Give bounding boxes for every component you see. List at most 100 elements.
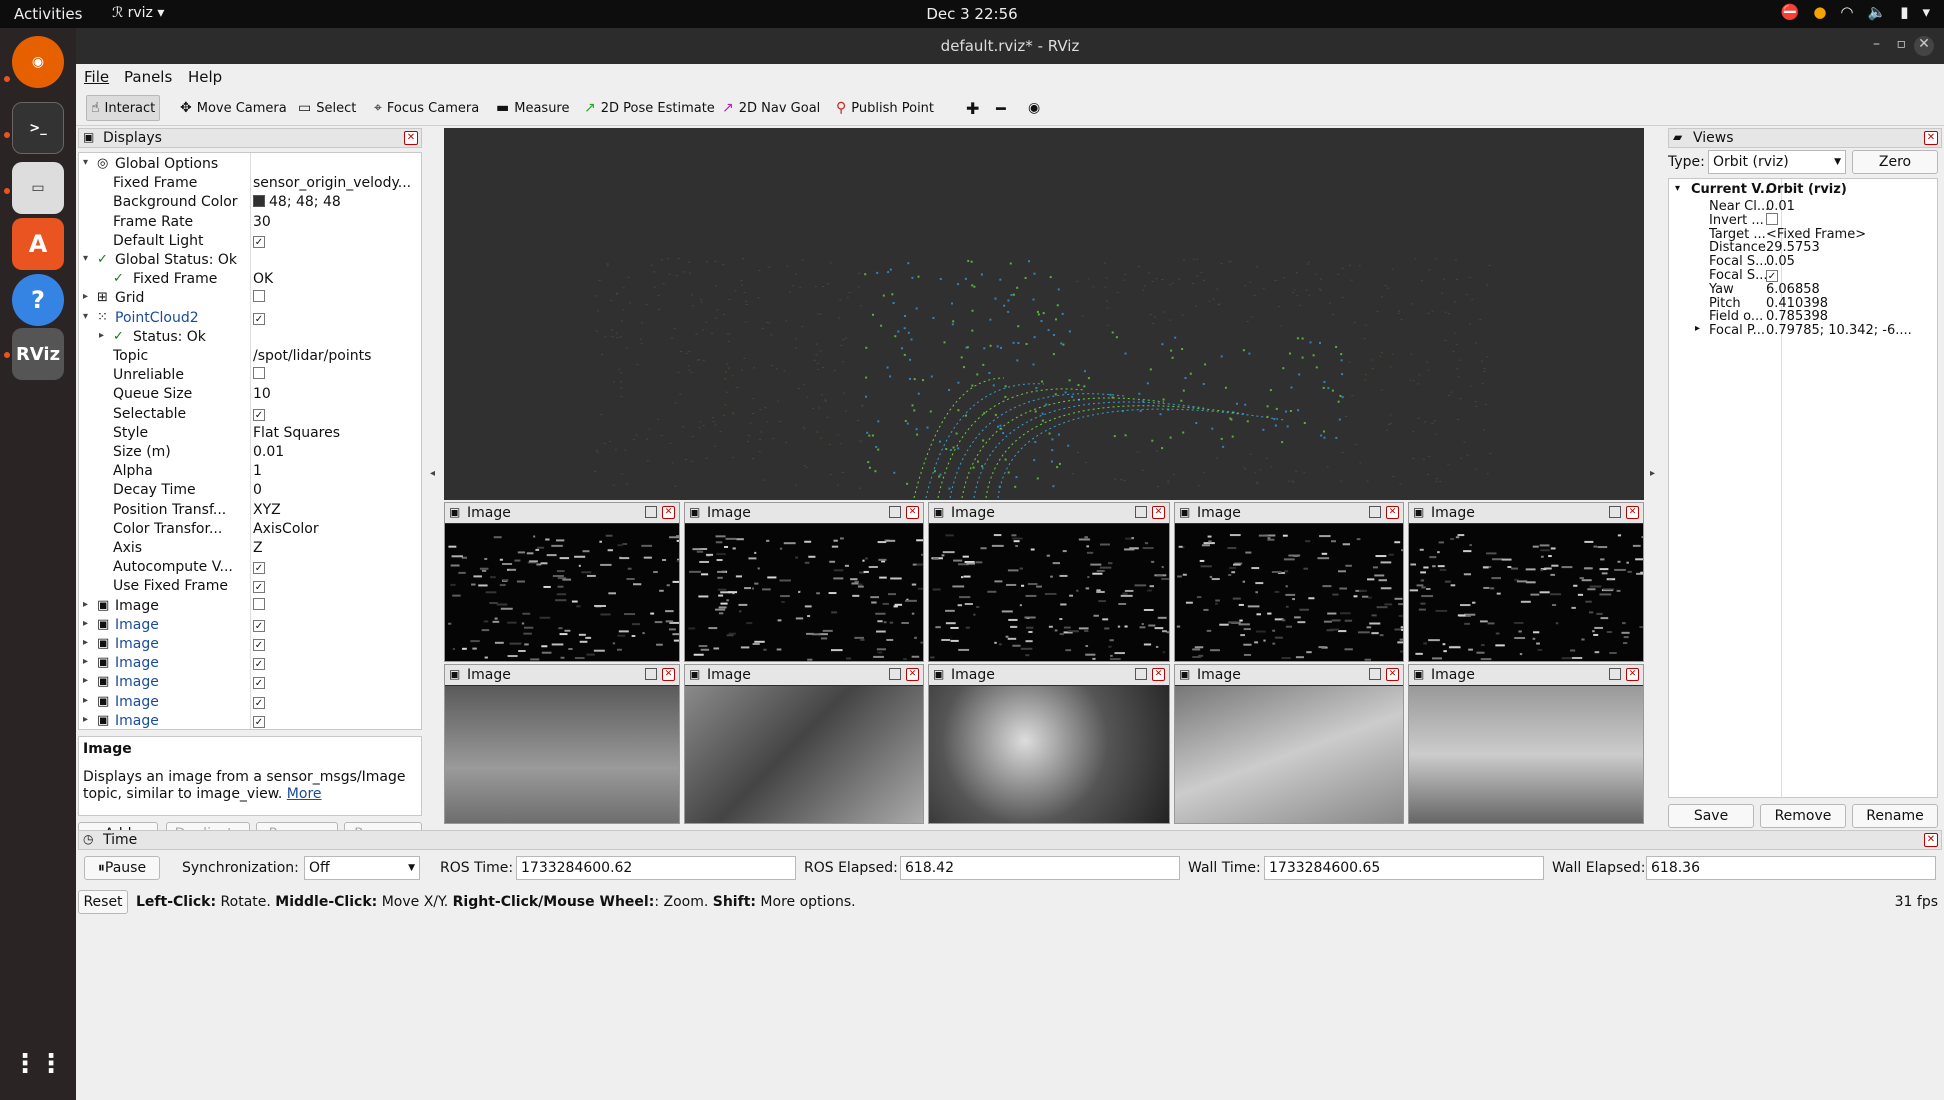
image-panel[interactable]: ▣ Image ✕ [684, 502, 936, 662]
view-type-select[interactable]: Orbit (rviz) ▼ [1708, 150, 1846, 174]
ros-elapsed-field[interactable]: 618.42 [900, 856, 1180, 880]
display-row-value[interactable]: ✓ [253, 694, 421, 710]
display-row[interactable]: ▾ ◎ Global Options [79, 155, 421, 174]
checkbox[interactable]: ✓ [253, 312, 265, 325]
image-panel[interactable]: ▣ Image ✕ [1408, 664, 1644, 824]
display-row-value[interactable]: ✓ [253, 578, 421, 594]
display-row-value[interactable] [253, 290, 421, 306]
image-panel-header[interactable]: ▣ Image ✕ [445, 665, 679, 685]
publish-point-tool[interactable]: ⚲ Publish Point [832, 95, 938, 121]
chevron-down-icon[interactable]: ▾ [83, 253, 88, 264]
display-row-value[interactable]: ✓ [253, 674, 421, 690]
chevron-right-icon[interactable]: ▸ [83, 656, 88, 667]
display-row[interactable]: ▸ ▣ Image [79, 597, 421, 616]
add-tool-button[interactable]: ✚ [962, 95, 983, 121]
volume-icon[interactable]: 🔈 [1868, 3, 1887, 21]
display-row-value[interactable]: OK [253, 271, 421, 287]
image-panel[interactable]: ▣ Image ✕ [928, 664, 1170, 824]
display-row-value[interactable]: 0 [253, 482, 421, 498]
checkbox[interactable]: ✓ [253, 658, 265, 671]
display-row-value[interactable]: XYZ [253, 502, 421, 518]
menu-help[interactable]: Help [188, 68, 222, 86]
status-dot-icon[interactable]: ● [1813, 3, 1826, 21]
display-row-value[interactable]: ✓ [253, 655, 421, 671]
checkbox[interactable] [253, 367, 265, 380]
chevron-right-icon[interactable]: ▸ [83, 695, 88, 706]
image-panel[interactable]: ▣ Image ✕ [1174, 664, 1404, 824]
image-panel-header[interactable]: ▣ Image ✕ [1409, 665, 1643, 685]
display-row[interactable]: Autocompute V... ✓ [79, 558, 421, 577]
maximize-icon[interactable] [1609, 668, 1621, 680]
display-row-value[interactable]: 1 [253, 463, 421, 479]
maximize-button[interactable]: ▫ [1897, 36, 1907, 52]
chevron-down-icon[interactable]: ▾ [83, 311, 88, 322]
maximize-icon[interactable] [889, 506, 901, 518]
3d-render-view[interactable] [444, 128, 1644, 500]
checkbox[interactable]: ✓ [253, 639, 265, 651]
minimize-button[interactable]: – [1873, 36, 1880, 52]
display-row[interactable]: Position Transf... XYZ [79, 501, 421, 520]
display-row[interactable]: Default Light ✓ [79, 232, 421, 251]
display-row[interactable]: Alpha 1 [79, 462, 421, 481]
collapse-right-icon[interactable]: ▸ [1650, 468, 1655, 479]
display-row-value[interactable]: /spot/lidar/points [253, 348, 421, 364]
checkbox[interactable]: ✓ [253, 715, 265, 728]
save-view-button[interactable]: Save [1668, 804, 1754, 828]
chevron-right-icon[interactable]: ▸ [83, 637, 88, 648]
zero-button[interactable]: Zero [1852, 150, 1938, 174]
display-row[interactable]: ▸ ▣ Image ✓ [79, 616, 421, 635]
display-row-value[interactable]: ✓ [253, 559, 421, 575]
display-row[interactable]: Fixed Frame sensor_origin_velody... [79, 174, 421, 193]
maximize-icon[interactable] [1369, 668, 1381, 680]
display-row[interactable]: ▸ ▣ Image ✓ [79, 673, 421, 692]
checkbox[interactable] [253, 597, 265, 610]
maximize-icon[interactable] [1609, 506, 1621, 518]
image-panel[interactable]: ▣ Image ✕ [928, 502, 1178, 662]
current-view-row[interactable]: ▾ Current V... Orbit (rviz) [1669, 181, 1937, 198]
collapse-left-icon[interactable]: ◂ [430, 468, 435, 479]
display-row[interactable]: ✓ Fixed Frame OK [79, 270, 421, 289]
sync-select[interactable]: Off ▼ [304, 856, 420, 880]
rename-view-button[interactable]: Rename [1852, 804, 1938, 828]
display-row-value[interactable]: 48; 48; 48 [253, 194, 421, 210]
image-panel-header[interactable]: ▣ Image ✕ [685, 665, 923, 685]
files-icon[interactable]: ▭ [12, 162, 64, 214]
pause-button[interactable]: ⏸Pause [84, 856, 160, 880]
close-icon[interactable]: ✕ [662, 668, 675, 681]
image-panel-header[interactable]: ▣ Image ✕ [1175, 665, 1403, 685]
display-row[interactable]: Style Flat Squares [79, 424, 421, 443]
display-row-value[interactable]: ✓ [253, 636, 421, 652]
display-row[interactable]: Background Color 48; 48; 48 [79, 193, 421, 212]
display-row[interactable]: ▸ ▣ Image ✓ [79, 654, 421, 673]
interact-tool[interactable]: ☝ Interact [86, 95, 161, 121]
maximize-icon[interactable] [1369, 506, 1381, 518]
display-row-value[interactable]: AxisColor [253, 521, 421, 537]
ros-time-field[interactable]: 1733284600.62 [516, 856, 796, 880]
menu-panels[interactable]: Panels [124, 68, 172, 86]
display-row-value[interactable]: 10 [253, 386, 421, 402]
app-menu[interactable]: ℛ rviz ▾ [112, 5, 164, 21]
chevron-right-icon[interactable]: ▸ [1695, 323, 1700, 334]
maximize-icon[interactable] [1135, 506, 1147, 518]
reset-button[interactable]: Reset [78, 890, 128, 914]
image-panel[interactable]: ▣ Image ✕ [444, 664, 680, 824]
display-row[interactable]: Decay Time 0 [79, 481, 421, 500]
chevron-right-icon[interactable]: ▸ [83, 618, 88, 629]
more-link[interactable]: More [287, 786, 322, 802]
display-row[interactable]: Size (m) 0.01 [79, 443, 421, 462]
display-row[interactable]: Topic/spot/lidar/points [79, 347, 421, 366]
wall-time-field[interactable]: 1733284600.65 [1264, 856, 1544, 880]
display-row[interactable]: ▾ ✓ Global Status: Ok [79, 251, 421, 270]
checkbox[interactable]: ✓ [253, 696, 265, 709]
maximize-icon[interactable] [1135, 668, 1147, 680]
image-panel-header[interactable]: ▣ Image ✕ [685, 503, 923, 523]
display-row[interactable]: Frame Rate 30 [79, 213, 421, 232]
battery-icon[interactable]: ▮ [1900, 3, 1908, 21]
select-tool[interactable]: ▭ Select [294, 95, 360, 121]
system-tray[interactable]: ⛔ ● ◠ 🔈 ▮ ▾ [1781, 3, 1930, 21]
display-row-value[interactable]: 0.01 [253, 444, 421, 460]
chevron-down-icon[interactable]: ▾ [1922, 3, 1930, 21]
view-property-value[interactable]: 0.79785; 10.342; -6.... [1766, 323, 1936, 338]
checkbox[interactable]: ✓ [253, 619, 265, 632]
checkbox[interactable]: ✓ [253, 562, 265, 575]
